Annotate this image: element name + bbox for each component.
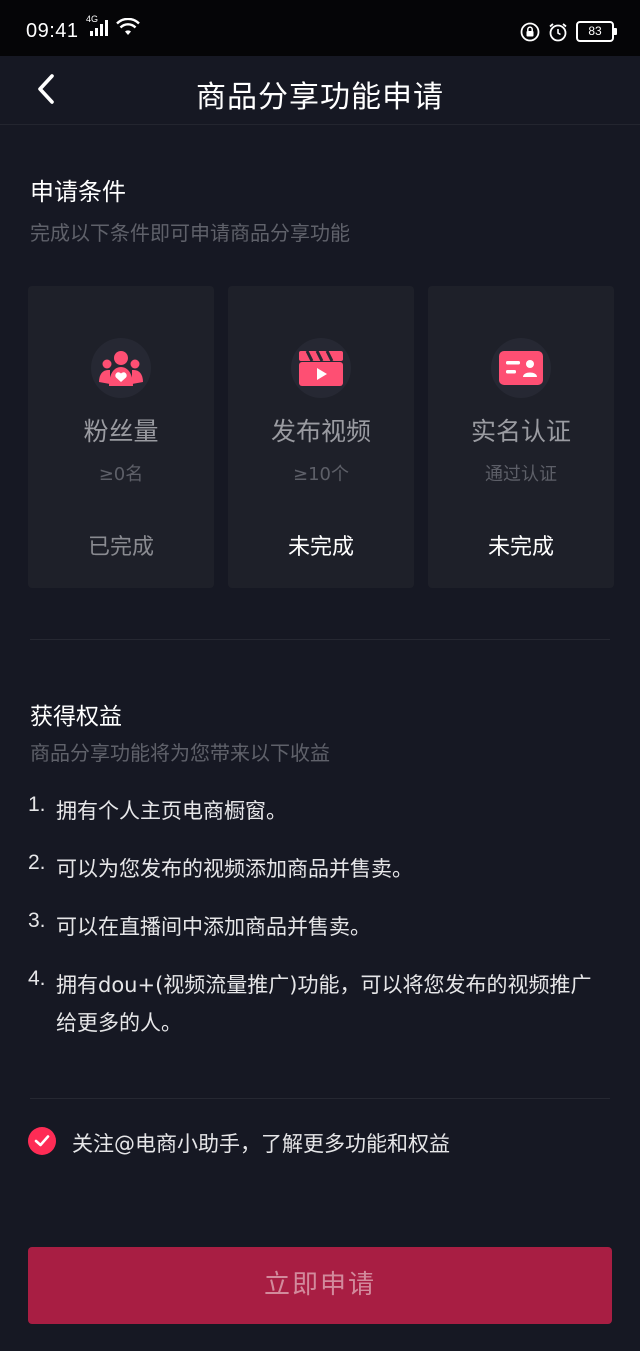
id-card-icon-wrap: [491, 338, 551, 398]
battery-level: 83: [588, 24, 602, 38]
lock-icon: [520, 22, 540, 41]
list-item-text: 拥有个人主页电商橱窗。: [56, 799, 287, 823]
checkmark-icon: [34, 1135, 50, 1147]
checkbox-checked-icon[interactable]: [28, 1127, 56, 1155]
id-card-icon: [499, 351, 543, 385]
section-divider: [30, 1098, 610, 1099]
card-status: 未完成: [287, 535, 354, 560]
alarm-icon: [549, 22, 567, 41]
fans-icon-wrap: [91, 338, 151, 398]
section-divider: [30, 639, 610, 640]
card-status: 已完成: [87, 535, 154, 560]
list-item-text: 可以为您发布的视频添加商品并售卖。: [56, 857, 413, 881]
page-title: 商品分享功能申请: [196, 80, 444, 115]
status-time: 09:41: [26, 20, 79, 42]
list-item-number: 2.: [28, 851, 46, 874]
conditions-title: 申请条件: [30, 178, 126, 206]
nav-bar: 商品分享功能申请: [0, 56, 640, 125]
list-item: 3. 可以在直播间中添加商品并售卖。: [28, 908, 608, 946]
list-item-text: 可以在直播间中添加商品并售卖。: [56, 915, 371, 939]
network-type-label: 4G: [86, 14, 99, 24]
status-right-icons: 83: [520, 21, 617, 42]
condition-card-fans[interactable]: 粉丝量 ≥0名 已完成: [28, 286, 214, 588]
card-requirement: 通过认证: [485, 464, 557, 485]
battery-icon: 83: [576, 21, 617, 42]
card-status: 未完成: [487, 535, 554, 560]
conditions-subtitle: 完成以下条件即可申请商品分享功能: [30, 221, 350, 245]
list-item: 2. 可以为您发布的视频添加商品并售卖。: [28, 850, 608, 888]
condition-cards: 粉丝量 ≥0名 已完成 发布视频 ≥10个 未完成 实名认证 通过认证 未完成: [28, 286, 614, 588]
benefits-list: 1. 拥有个人主页电商橱窗。 2. 可以为您发布的视频添加商品并售卖。 3. 可…: [28, 792, 608, 1062]
condition-card-videos[interactable]: 发布视频 ≥10个 未完成: [228, 286, 414, 588]
list-item-text: 拥有dou+(视频流量推广)功能，可以将您发布的视频推广给更多的人。: [56, 973, 592, 1035]
card-requirement: ≥10个: [293, 464, 349, 485]
video-clapper-icon-wrap: [291, 338, 351, 398]
card-title: 实名认证: [470, 417, 571, 446]
card-title: 粉丝量: [83, 417, 159, 446]
list-item: 1. 拥有个人主页电商橱窗。: [28, 792, 608, 830]
follow-checkbox-row[interactable]: 关注@电商小助手，了解更多功能和权益: [28, 1124, 608, 1160]
fans-icon: [99, 351, 143, 386]
apply-button[interactable]: 立即申请: [28, 1247, 612, 1324]
condition-card-verify[interactable]: 实名认证 通过认证 未完成: [428, 286, 614, 588]
status-left-icons: 4G: [86, 14, 140, 36]
list-item: 4. 拥有dou+(视频流量推广)功能，可以将您发布的视频推广给更多的人。: [28, 966, 608, 1042]
benefits-title: 获得权益: [30, 704, 122, 730]
status-bar: 09:41 4G 83: [0, 0, 640, 56]
list-item-number: 3.: [28, 909, 46, 932]
card-title: 发布视频: [270, 417, 371, 446]
wifi-icon: [116, 18, 140, 35]
list-item-number: 4.: [28, 967, 46, 990]
list-item-number: 1.: [28, 793, 46, 816]
follow-label[interactable]: 关注@电商小助手，了解更多功能和权益: [72, 1128, 450, 1158]
benefits-subtitle: 商品分享功能将为您带来以下收益: [30, 741, 330, 765]
card-requirement: ≥0名: [98, 464, 144, 485]
video-clapper-icon: [299, 350, 343, 386]
